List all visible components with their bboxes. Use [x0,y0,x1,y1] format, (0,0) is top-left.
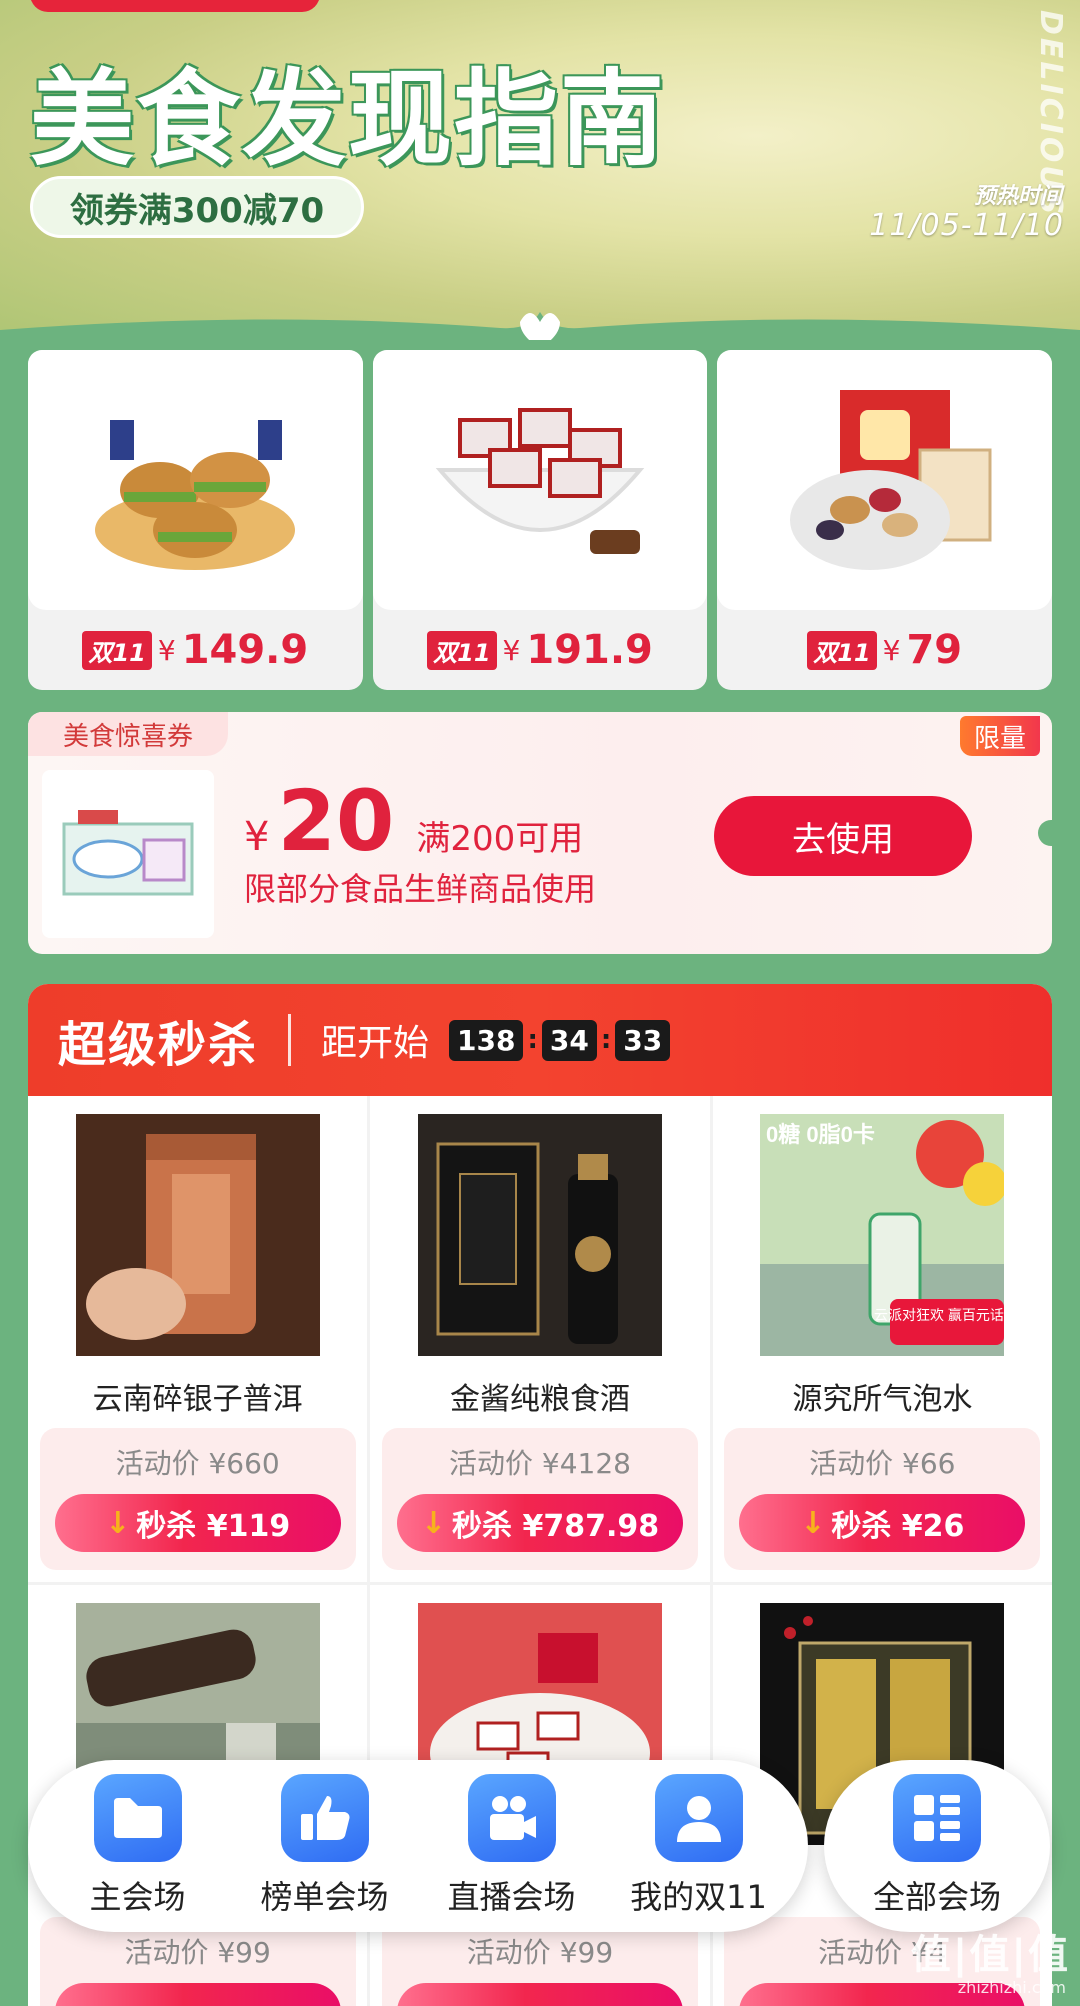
tile-price-value: 79 [906,627,963,673]
main-venue-icon [93,1774,182,1862]
sparkling-water-image: 0糖 0脂0卡 云派对狂欢 赢百元话费 [760,1114,1005,1356]
sparkling-water-ad-text: 0糖 0脂0卡 [766,1122,875,1147]
grid-icon [893,1774,981,1862]
double11-badge: 双11 [427,630,497,670]
flash-buy-button[interactable]: ↓ 秒杀 ¥119 [54,1494,341,1552]
hero-banner[interactable]: 美食发现指南 领券满300减70 DELICIOUS 预热时间 11/05-11… [0,0,1080,340]
food-coupon-card[interactable]: 美食惊喜券 限量 ¥ 20 满200可用 限部分食品生鲜商品使用 去使用 [28,712,1052,954]
chocolate-image [372,350,708,610]
limited-badge: 限量 [960,716,1040,756]
countdown-seconds: 33 [615,1019,671,1061]
tile-price-value: 149.9 [181,627,309,673]
coupon-notch [1038,820,1052,846]
coupon-description: 限部分食品生鲜商品使用 [244,870,597,908]
puer-tea-image [75,1114,320,1356]
product-price-box: 活动价 ¥4128 ↓ 秒杀 ¥787.98 [381,1428,698,1570]
baijiu-image [417,1114,662,1356]
flash-price: 秒杀 ¥26 [831,1509,965,1544]
activity-price: 活动价 ¥99 [124,1936,271,1969]
watermark-url: zhizhizhi.com [957,1978,1066,1997]
nav-ranking-venue[interactable]: 榜单会场 [235,1774,415,1918]
activity-price: 活动价 ¥660 [115,1447,280,1480]
hero-coupon-pill[interactable]: 领券满300减70 [30,176,364,238]
countdown-colon: : [527,1025,538,1055]
product-name: 源究所气泡水 [792,1382,973,1417]
countdown-colon: : [600,1025,612,1055]
yen-sign: ¥ [502,633,521,667]
nav-label: 榜单会场 [260,1878,389,1916]
countdown-label: 距开始 [321,1023,430,1064]
nav-label: 直播会场 [447,1878,576,1916]
live-camera-icon [467,1774,556,1862]
hero-wave-divider [0,312,1080,340]
warmup-date: 11/05-11/10 [869,208,1064,243]
flash-buy-button[interactable]: ↓ 秒杀 ¥787.98 [396,1494,683,1552]
countdown-minutes: 34 [541,1019,597,1061]
down-arrow-icon: ↓ [420,1505,446,1541]
yen-sign: ¥ [882,633,901,667]
coupon-amount: ¥ 20 满200可用 [244,772,583,870]
product-name: 金酱纯粮食酒 [449,1382,630,1417]
tile-price: 双11 ¥ 191.9 [373,610,708,690]
nav-label: 主会场 [89,1878,186,1916]
double11-badge: 双11 [807,630,877,670]
down-arrow-icon: ↓ [105,1505,131,1541]
nav-main-venue[interactable]: 主会场 [48,1774,228,1918]
tile-price: 双11 ¥ 79 [717,610,1052,690]
flash-price: 秒杀 ¥119 [136,1509,291,1544]
nav-live-venue[interactable]: 直播会场 [422,1774,602,1918]
flash-buy-button[interactable]: ↓ 秒杀 ¥26 [739,1494,1026,1552]
tile-price-value: 191.9 [526,627,653,673]
product-name: 云南碎银子普洱 [92,1382,303,1417]
nav-all-venues[interactable]: 全部会场 [824,1760,1050,1932]
flash-price: 秒杀 ¥787.98 [452,1509,660,1544]
watermark: 值|值|值 [910,1932,1070,1978]
nav-my-double11[interactable]: 我的双11 [609,1774,789,1918]
product-price-box: 活动价 ¥66 ↓ 秒杀 ¥26 [724,1428,1041,1570]
tile-price: 双11 ¥ 149.9 [28,610,363,690]
featured-tile[interactable]: 双11 ¥ 149.9 [28,350,363,690]
featured-tile[interactable]: 双11 ¥ 191.9 [372,350,708,690]
user-icon [654,1774,743,1862]
hero-deco-word: DELICIOUS [1033,10,1068,218]
warmup-label: 预热时间 [973,184,1062,209]
coupon-tag: 美食惊喜券 [28,712,228,756]
nav-label: 我的双11 [630,1878,767,1916]
use-coupon-button[interactable]: 去使用 [714,796,972,876]
coupon-yen: ¥ [244,814,270,860]
product-price-box: 活动价 ¥660 ↓ 秒杀 ¥119 [39,1428,356,1570]
coupon-condition: 满200可用 [416,819,584,859]
flash-sale-title: 超级秒杀 [58,1017,259,1073]
nuts-image [717,350,1053,610]
flash-sale-header[interactable]: 超级秒杀 距开始 138 : 34 : 33 [28,984,1052,1096]
activity-price: 活动价 ¥99 [466,1936,614,1969]
double11-badge: 双11 [82,630,152,670]
hero-title: 美食发现指南 [30,58,667,180]
flash-buy-button[interactable] [54,1983,341,2006]
coupon-product-image [42,770,214,938]
thumbs-up-icon [280,1774,369,1862]
featured-tiles: 双11 ¥ 149.9 双11 ¥ 191.9 双11 ¥ 79 [28,350,1053,690]
activity-price: 活动价 ¥4128 [448,1447,631,1480]
featured-tile[interactable]: 双11 ¥ 79 [717,350,1053,690]
yen-sign: ¥ [157,633,176,667]
product-card[interactable]: 0糖 0脂0卡 云派对狂欢 赢百元话费 源究所气泡水 活动价 ¥66 ↓ 秒杀 … [712,1096,1052,1582]
product-card[interactable]: 金酱纯粮食酒 活动价 ¥4128 ↓ 秒杀 ¥787.98 [370,1096,710,1582]
flash-buy-button[interactable] [396,1983,683,2006]
activity-price: 活动价 ¥66 [809,1447,956,1480]
hero-top-tag [30,0,320,12]
coupon-value: 20 [277,772,395,870]
down-arrow-icon: ↓ [800,1505,826,1541]
nav-label: 全部会场 [872,1878,1001,1916]
countdown-hours: 138 [449,1019,524,1061]
promo-sticker: 云派对狂欢 赢百元话费 [874,1307,1004,1323]
fast-food-image [28,350,363,610]
bottom-navigation: 主会场 榜单会场 直播会场 我的双11 [28,1760,808,1932]
header-divider [288,1014,292,1066]
product-card[interactable]: 云南碎银子普洱 活动价 ¥660 ↓ 秒杀 ¥119 [28,1096,368,1582]
